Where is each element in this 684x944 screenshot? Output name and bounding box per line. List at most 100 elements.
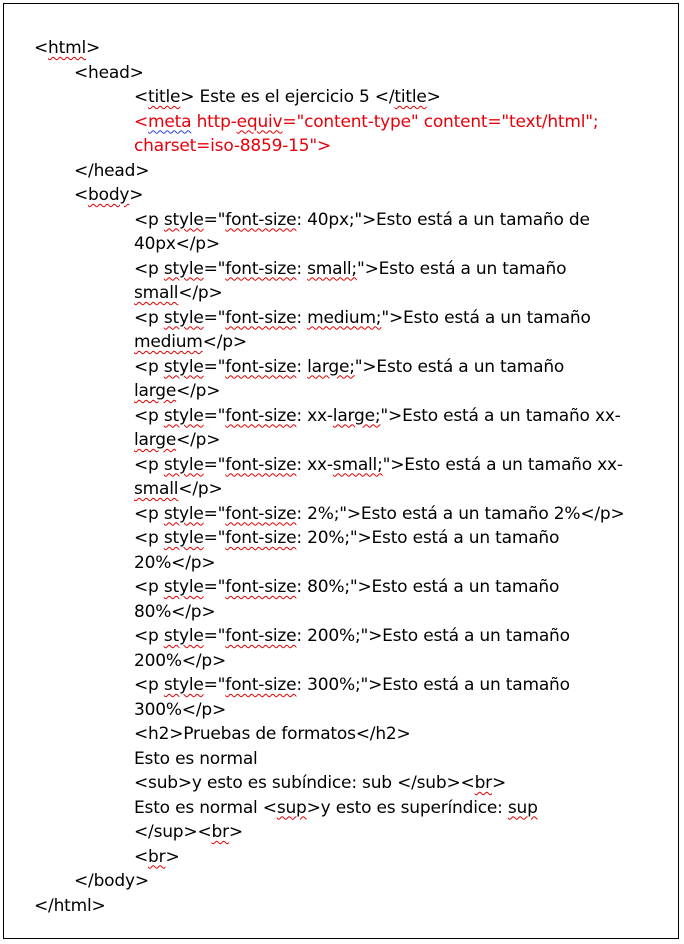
spellcheck-flagged-word: font-size xyxy=(225,356,297,377)
code-line: <p style="font-size: medium;">Esto está … xyxy=(34,306,674,331)
code-line: 20%</p> xyxy=(34,551,674,576)
spellcheck-flagged-word: style xyxy=(163,528,204,548)
code-text: > xyxy=(228,822,243,842)
code-line: <p style="font-size: 300%;">Esto está a … xyxy=(34,673,674,698)
code-text: =" xyxy=(203,307,226,328)
code-text: : xx- xyxy=(296,405,333,426)
code-line: <p style="font-size: small;">Esto está a… xyxy=(34,257,674,282)
code-text: <h2>Pruebas de formatos</h2> xyxy=(134,724,411,744)
code-text: > Este es el ejercicio 5 </ xyxy=(180,87,395,107)
code-text: <p xyxy=(134,577,164,597)
code-line: <p style="font-size: 80%;">Esto está a u… xyxy=(34,575,674,600)
code-text: : xyxy=(296,356,308,377)
code-line: small</p> xyxy=(34,477,674,502)
code-line: <sub>y esto es subíndice: sub </sub><br> xyxy=(34,771,674,796)
code-line: <p style="font-size: 2%;">Esto está a un… xyxy=(34,502,674,527)
spellcheck-flagged-word: br xyxy=(148,846,166,867)
code-line: <p style="font-size: xx-large;">Esto est… xyxy=(34,404,674,429)
code-text: > xyxy=(165,846,180,867)
spellcheck-flagged-word: small xyxy=(134,479,179,499)
spellcheck-flagged-word: body xyxy=(88,185,130,205)
spellcheck-flagged-word: style xyxy=(163,258,204,279)
code-line: </body> xyxy=(34,869,674,894)
code-text: <head> xyxy=(74,62,144,83)
code-text: </p> xyxy=(176,381,221,401)
code-text: =" xyxy=(203,258,226,279)
code-text: <p xyxy=(134,356,164,377)
code-text: </p> xyxy=(202,332,247,352)
code-line: <p style="font-size: large;">Esto está a… xyxy=(34,355,674,380)
spellcheck-flagged-word: font-size xyxy=(225,258,297,279)
spellcheck-flagged-word: font-size xyxy=(225,405,297,426)
code-line: </html> xyxy=(34,894,674,919)
spellcheck-flagged-word: large; xyxy=(307,356,355,377)
code-text: ">Esto está a un tamaño xyxy=(354,356,565,377)
code-text: ">Esto está a un tamaño xyxy=(356,258,567,279)
spellcheck-flagged-word: style xyxy=(163,577,204,597)
code-text: =" xyxy=(203,626,226,646)
spellcheck-flagged-word: meta xyxy=(148,111,192,132)
code-line: Esto es normal xyxy=(34,747,674,772)
code-line: <p style="font-size: xx-small;">Esto est… xyxy=(34,453,674,478)
code-text: <p xyxy=(134,258,164,279)
code-text: : 2%;">Esto está a un tamaño 2%</p> xyxy=(296,503,625,524)
code-text: </p> xyxy=(176,430,221,450)
spellcheck-flagged-word: small; xyxy=(332,454,383,475)
code-line: <body> xyxy=(34,183,674,208)
code-text: ="content-type" content="text/html"; xyxy=(282,111,599,132)
spellcheck-flagged-word: font-size xyxy=(225,577,297,597)
code-text: : 40px;">Esto está a un tamaño de xyxy=(296,209,590,230)
spellcheck-flagged-word: style xyxy=(163,503,204,524)
code-text: >y esto es superíndice: xyxy=(306,797,508,818)
code-line: <title> Este es el ejercicio 5 </title> xyxy=(34,85,674,110)
code-text: </body> xyxy=(74,871,149,891)
code-text: ">Esto está a un tamaño xx- xyxy=(380,405,621,426)
code-text: Esto es normal < xyxy=(134,797,277,818)
code-text: =" xyxy=(203,356,226,377)
spellcheck-flagged-word: style xyxy=(163,405,204,426)
spellcheck-flagged-word: medium; xyxy=(307,307,382,328)
code-text: <p xyxy=(134,405,164,426)
code-text: <sub>y esto es subíndice: sub </sub>< xyxy=(134,773,475,793)
code-text: =" xyxy=(203,577,226,597)
code-text: : 200%;">Esto está a un tamaño xyxy=(296,626,570,646)
code-text: <p xyxy=(134,503,164,524)
code-text: =" xyxy=(203,209,226,230)
code-line: <p style="font-size: 40px;">Esto está a … xyxy=(34,208,674,233)
code-line: <html> xyxy=(34,36,674,61)
spellcheck-flagged-word: style xyxy=(163,307,204,328)
code-text: > xyxy=(129,185,144,205)
code-text: </p> xyxy=(178,283,223,303)
code-line: charset=iso-8859-15"> xyxy=(34,134,674,159)
code-text: : 80%;">Esto está a un tamaño xyxy=(296,577,560,597)
code-line: small</p> xyxy=(34,281,674,306)
code-text: : 20%;">Esto está a un tamaño xyxy=(296,528,560,548)
code-line: <p style="font-size: 200%;">Esto está a … xyxy=(34,624,674,649)
code-text: ">Esto está a un tamaño xx- xyxy=(382,454,623,475)
code-line: <head> xyxy=(34,61,674,86)
spellcheck-flagged-word: font-size xyxy=(225,503,297,524)
code-line: large</p> xyxy=(34,379,674,404)
spellcheck-flagged-word: large xyxy=(134,430,177,450)
spellcheck-flagged-word: small; xyxy=(307,258,357,279)
spellcheck-flagged-word: medium xyxy=(134,332,203,352)
code-text: 200%</p> xyxy=(134,650,227,671)
code-line: <h2>Pruebas de formatos</h2> xyxy=(34,722,674,747)
code-text: 80%</p> xyxy=(134,601,216,622)
code-line: <meta http-equiv="content-type" content=… xyxy=(34,110,674,135)
code-text: =" xyxy=(203,675,226,695)
code-text: ">Esto está a un tamaño xyxy=(381,307,591,328)
code-line: <br> xyxy=(34,845,674,870)
code-text: <p xyxy=(134,626,164,646)
spellcheck-flagged-word: title xyxy=(394,87,427,107)
code-text: <p xyxy=(134,307,164,328)
code-text: 300%</p> xyxy=(134,699,227,720)
code-text: </html> xyxy=(34,895,106,916)
code-text: http- xyxy=(191,111,237,132)
code-text: =" xyxy=(203,405,226,426)
spellcheck-flagged-word: font-size xyxy=(225,454,297,475)
code-text: 20%</p> xyxy=(134,552,216,573)
code-text: < xyxy=(34,38,49,58)
spellcheck-flagged-word: br xyxy=(211,822,229,842)
code-line: 40px</p> xyxy=(34,232,674,257)
